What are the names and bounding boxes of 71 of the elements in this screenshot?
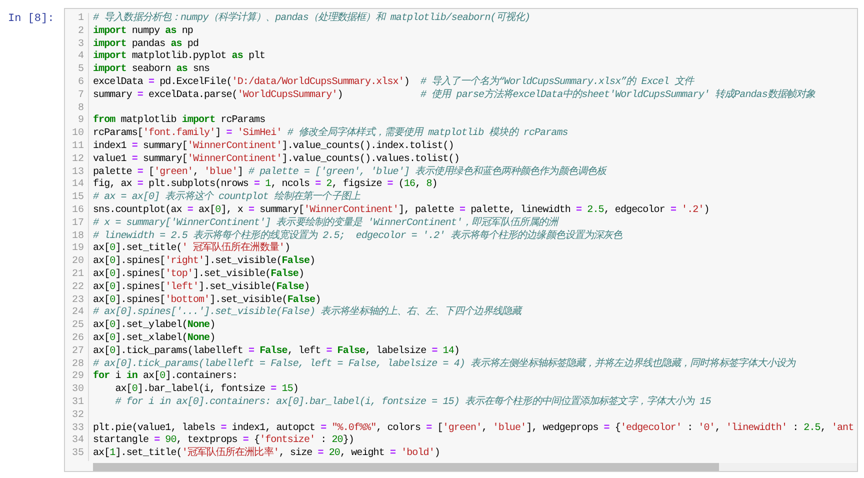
code-line: for i in ax[0].containers: <box>92 371 238 384</box>
code-line: # 导入数据分析包：numpy（科学计算）、pandas（处理数据框）和 matplotlib/seaborn(可视化) <box>92 13 532 26</box>
code-line: palette = ['green', 'blue'] # palette = ['green', 'blue'] 表示使用绿色和蓝色两种颜色作为颜色调色板 <box>92 166 608 178</box>
code-line: ax[1].set_title('冠军队伍所在洲比率', size = 20, weight = 'bold') <box>92 448 441 461</box>
line-number: 9 <box>65 115 89 128</box>
line-number: 13 <box>65 166 89 180</box>
code-line: value1 = summary['WinnerContinent'].value_counts().values.tolist() <box>92 154 460 166</box>
code-line: ax[0].spines['right'].set_visible(False) <box>92 256 316 268</box>
line-number: 21 <box>65 268 89 282</box>
code-line: sns.countplot(ax = ax[0], x = summary['WinnerContinent'], palette = palette, linewidth = 2.5, edgecolor = '.2') <box>92 204 710 216</box>
code-line: # ax = ax[0] 表示将这个 countplot 绘制在第一个子图上 <box>92 192 362 204</box>
code-line: ax[0].set_title(' 冠军队伍所在洲数量') <box>92 243 292 256</box>
line-number: 28 <box>65 358 89 372</box>
line-number: 10 <box>65 128 89 141</box>
line-number: 18 <box>65 230 89 244</box>
line-number: 12 <box>65 154 89 167</box>
line-number: 8 <box>65 102 89 116</box>
code-line: # for i in ax[0].containers: ax[0].bar_label(i, fontsize = 15) 表示在每个柱形的中间位置添加标签文字，字体大小为 15 <box>114 396 712 410</box>
line-number: 33 <box>65 422 89 436</box>
line-number: 1 <box>65 13 89 26</box>
code-line: startangle = 90, textprops = {'fontsize' : 20}) <box>92 435 355 446</box>
line-number: 35 <box>65 448 89 461</box>
line-number: 23 <box>65 294 89 308</box>
line-number: 5 <box>65 64 89 77</box>
code-line: # ax[0].tick_params(labelleft = False, left = False, labelsize = 4) 表示将左侧坐标轴标签隐藏，并将左边界线也隐藏，同时将标签字体大小设为 <box>92 358 797 370</box>
line-number: 15 <box>65 192 89 205</box>
code-line: # x = summary['WinnerContinent'] 表示要绘制的变量是 'WinnerContinent'，即冠军队伍所属的洲 <box>92 218 560 230</box>
code-line: import pandas as pd <box>92 38 200 50</box>
code-line: import matplotlib.pyplot as plt <box>92 51 266 64</box>
line-number: 27 <box>65 346 89 359</box>
line-number: 20 <box>65 256 89 269</box>
code-line: ax[0].spines['left'].set_visible(False) <box>92 282 311 294</box>
line-number: 31 <box>65 396 89 410</box>
line-number: 32 <box>65 410 89 422</box>
code-line: import seaborn as sns <box>92 64 211 76</box>
input-prompt: In [8]: <box>7 12 56 25</box>
code-line: import numpy as np <box>92 26 194 38</box>
line-number: 4 <box>65 51 89 64</box>
code-line: plt.pie(value1, labels = index1, autopct = "%.0f%%", colors = ['green', 'blue'], wedgeprops = {'edgecolor' : '0', 'linewidth' : 2.5, 'ant <box>92 422 855 434</box>
line-number: 6 <box>65 76 89 90</box>
line-number: 11 <box>65 140 89 154</box>
code-line: fig, ax = plt.subplots(nrows = 1, ncols = 2, figsize = (16, 8) <box>92 179 438 190</box>
code-line: ax[0].tick_params(labelleft = False, left = False, labelsize = 14) <box>92 346 460 358</box>
code-line: # linewidth = 2.5 表示将每个柱形的线宽设置为 2.5; edgecolor = '.2' 表示将每个柱形的边缘颜色设置为深灰色 <box>92 230 624 242</box>
line-number: 7 <box>65 90 89 103</box>
line-number: 3 <box>65 38 89 52</box>
line-number: 26 <box>65 332 89 346</box>
line-number: 17 <box>65 218 89 231</box>
line-number: 29 <box>65 371 89 384</box>
code-line: index1 = summary['WinnerContinent'].value_counts().index.tolist() <box>92 140 455 154</box>
horizontal-scrollbar[interactable] <box>93 462 857 471</box>
line-number: 2 <box>65 26 89 39</box>
code-line: from matplotlib import rcParams <box>92 115 266 128</box>
code-line: summary = excelData.parse('WorldCupsSummary') # 使用 parse方法将excelData中的sheet'WorldCupsSummary' 转成Pandas数据帧对象 <box>92 90 816 103</box>
code-line: ax[0].spines['top'].set_visible(False) <box>92 268 305 282</box>
line-number: 19 <box>65 243 89 256</box>
line-number: 14 <box>65 179 89 192</box>
line-number: 25 <box>65 320 89 333</box>
code-line: ax[0].set_xlabel(None) <box>92 332 216 346</box>
code-line: ax[0].set_ylabel(None) <box>92 320 216 332</box>
code-line: # ax[0].spines['...'].set_visible(False) 表示将坐标轴的上、右、左、下四个边界线隐藏 <box>92 307 524 320</box>
code-cell[interactable] <box>64 8 858 472</box>
line-number: 16 <box>65 204 89 218</box>
line-number: 34 <box>65 435 89 448</box>
code-line: ax[0].spines['bottom'].set_visible(False) <box>92 294 321 306</box>
code-line: excelData = pd.ExcelFile('D:/data/WorldCupsSummary.xlsx') # 导入了一个名为“WorldCupsSummary.xlsx”的 Excel 文件 <box>92 76 696 88</box>
code-line: rcParams['font.family'] = 'SimHei' # 修改全局字体样式，需要使用 matplotlib 模块的 rcParams <box>92 128 569 140</box>
line-number: 24 <box>65 307 89 320</box>
line-number: 30 <box>65 384 89 397</box>
line-number: 22 <box>65 282 89 295</box>
code-line: ax[0].bar_label(i, fontsize = 15) <box>114 384 300 396</box>
